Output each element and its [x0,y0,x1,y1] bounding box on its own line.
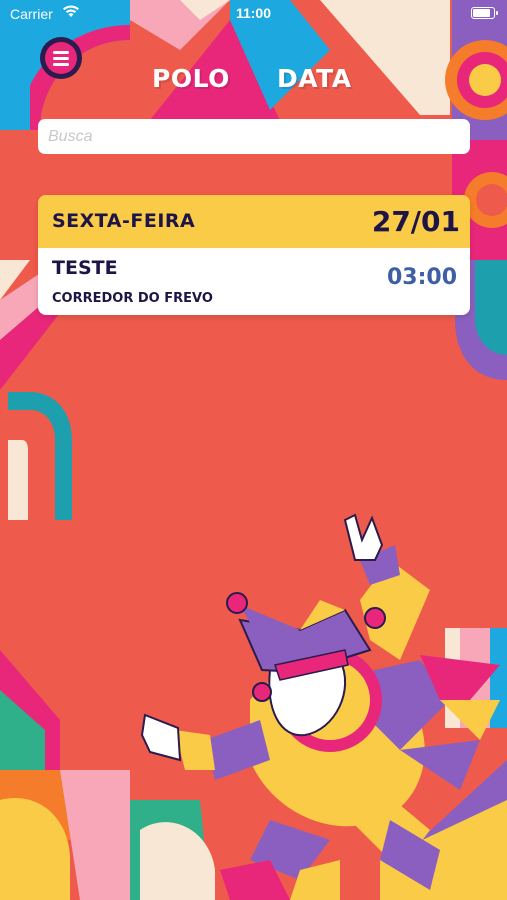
hamburger-menu-button[interactable] [40,37,82,79]
header-title-left: POLO [152,64,230,93]
search-input[interactable] [38,119,470,154]
status-time: 11:00 [235,5,272,21]
menu-icon-bar [53,51,69,54]
menu-icon-bar [53,57,69,60]
event-place: CORREDOR DO FREVO [52,291,213,306]
menu-icon [45,42,77,74]
event-title: TESTE [52,257,118,279]
battery-icon [471,7,498,19]
event-time: 03:00 [386,265,457,290]
event-date: 27/01 [371,205,460,238]
event-weekday: SEXTA-FEIRA [52,210,196,232]
battery-fill [473,9,491,17]
menu-icon-bar [53,63,69,66]
event-card-header: SEXTA-FEIRA 27/01 [38,195,470,248]
status-bar: Carrier 11:00 [0,0,507,28]
event-card[interactable]: SEXTA-FEIRA 27/01 TESTE CORREDOR DO FREV… [38,195,470,315]
header-title-right: DATA [277,64,352,93]
